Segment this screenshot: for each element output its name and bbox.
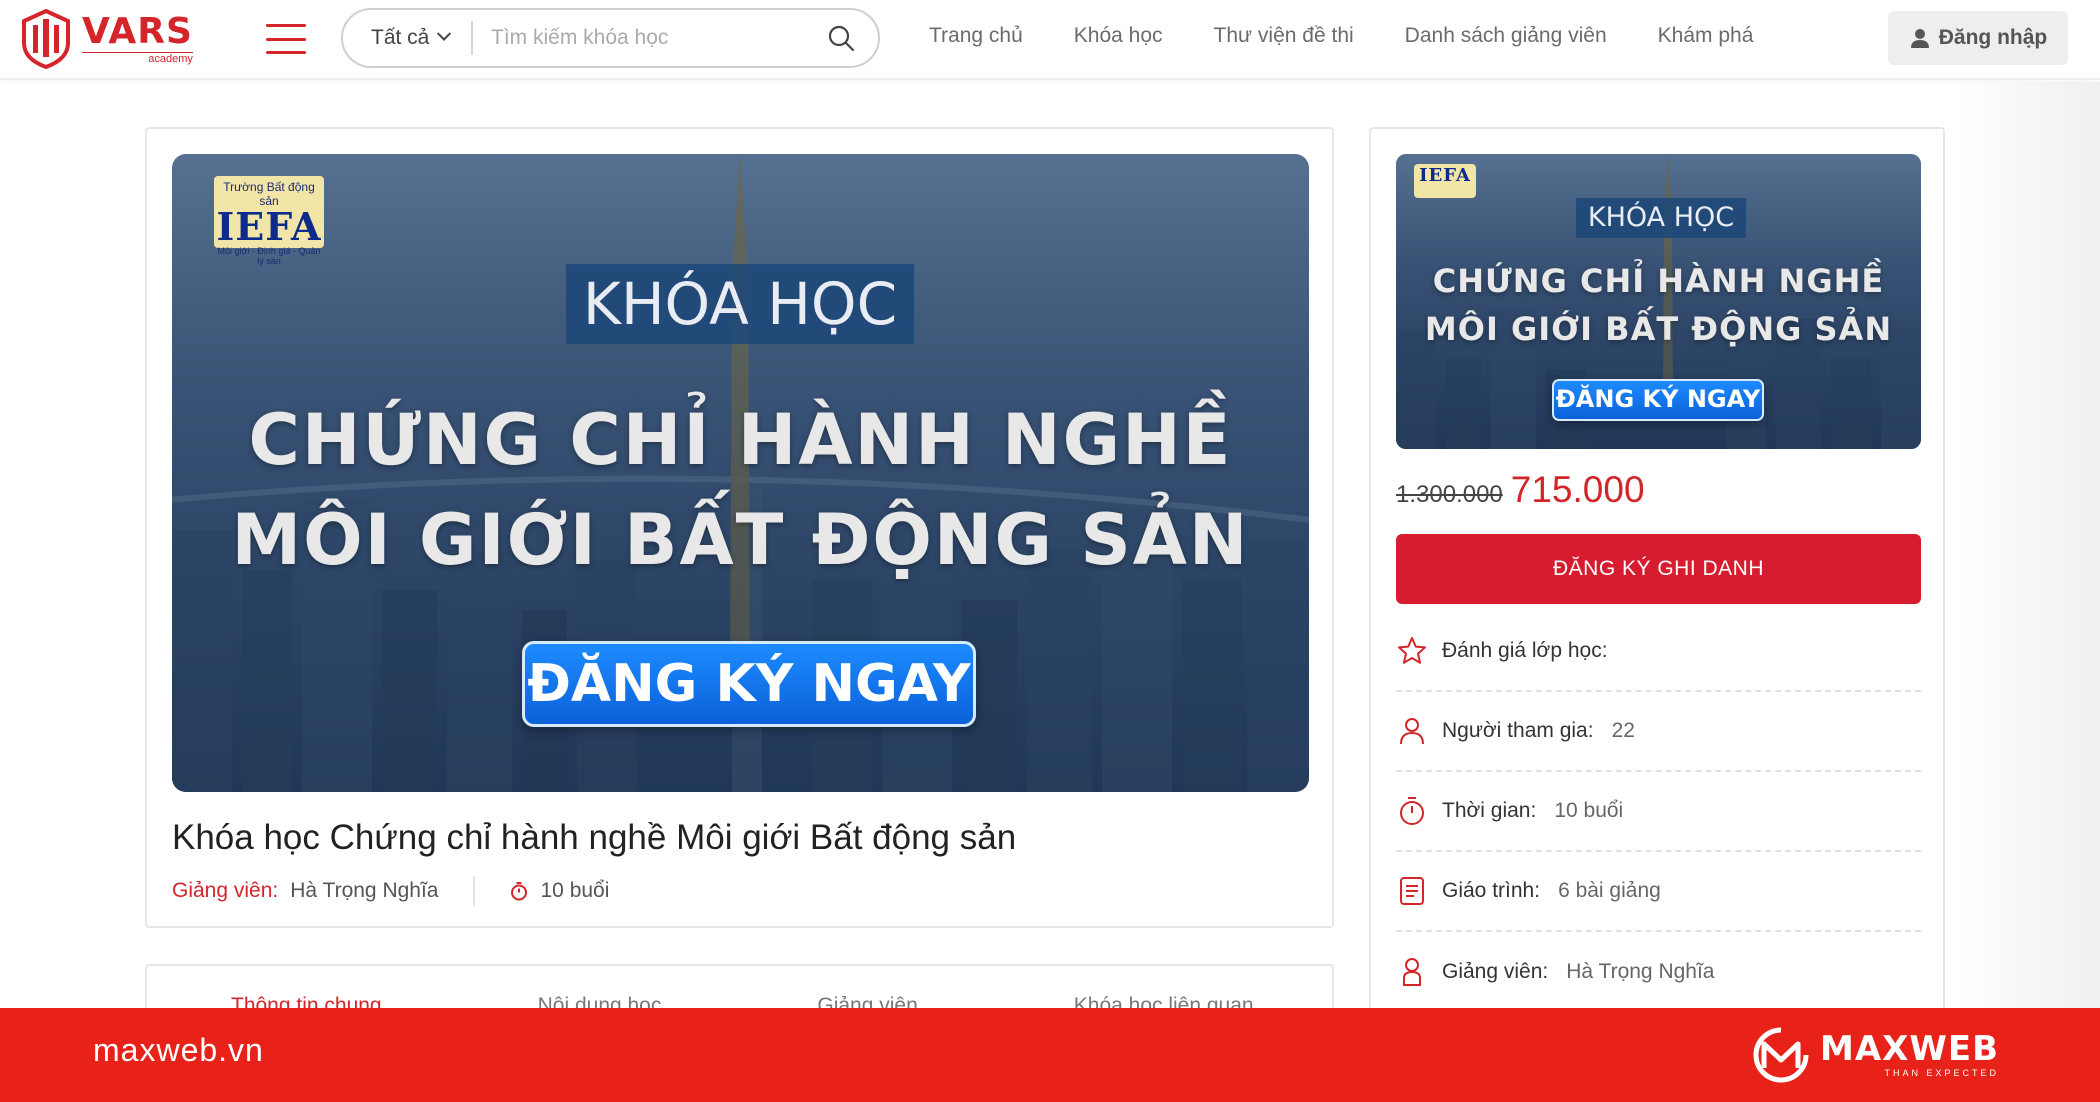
search-category-label: Tất cả [371, 26, 430, 49]
search-input[interactable] [473, 26, 826, 50]
sale-price: 715.000 [1510, 469, 1645, 510]
nav-courses[interactable]: Khóa học [1074, 24, 1163, 48]
nav-exam-library[interactable]: Thư viện đề thi [1214, 24, 1354, 48]
lecturer-label: Giảng viên: [1442, 960, 1549, 983]
document-icon [1400, 877, 1424, 905]
search-bar: Tất cả [341, 8, 880, 68]
stopwatch-icon [510, 882, 527, 901]
banner-kicker: KHÓA HỌC [566, 264, 914, 344]
lecturer-name[interactable]: Hà Trọng Nghĩa [290, 879, 438, 903]
course-card: Trường Bất động sản IEFA Môi giới - Định… [145, 127, 1334, 928]
iefa-logo: IEFA [1414, 164, 1476, 198]
curriculum-value: 6 bài giảng [1558, 879, 1661, 902]
lecturer-value[interactable]: Hà Trọng Nghĩa [1566, 960, 1714, 984]
footer-watermark-bar: maxweb.vn MAXWEB THAN EXPECTED [0, 1008, 2100, 1102]
vars-logo[interactable]: VARS academy [20, 8, 200, 70]
meta-divider [472, 876, 475, 906]
vars-shield-icon [22, 9, 70, 69]
course-title: Khóa học Chứng chỉ hành nghề Môi giới Bấ… [172, 818, 1017, 857]
curriculum-label: Giáo trình: [1442, 879, 1541, 902]
info-row-rating: Đánh giá lớp học: [1396, 612, 1921, 692]
nav-explore[interactable]: Khám phá [1658, 24, 1754, 48]
participants-value: 22 [1611, 719, 1635, 742]
footer-brand-tagline: THAN EXPECTED [1884, 1068, 2000, 1078]
login-button[interactable]: Đăng nhập [1888, 11, 2068, 65]
banner-headline-2: MÔI GIỚI BẤT ĐỘNG SẢN [231, 499, 1250, 581]
sidebar-banner-register-button[interactable]: ĐĂNG KÝ NGAY [1552, 379, 1764, 421]
enroll-sidebar: IEFA KHÓA HỌC CHỨNG CHỈ HÀNH NGHỀ MÔI GI… [1369, 127, 1945, 1067]
nav-home[interactable]: Trang chủ [929, 24, 1023, 48]
duration-value: 10 buổi [1554, 799, 1624, 822]
search-category-select[interactable]: Tất cả [343, 21, 473, 55]
user-icon [1400, 718, 1424, 745]
participants-label: Người tham gia: [1442, 719, 1594, 742]
banner-headline-1: CHỨNG CHỈ HÀNH NGHỀ [248, 399, 1233, 481]
top-header: VARS academy Tất cả Trang chủ Khóa học T… [0, 0, 2100, 80]
star-icon[interactable] [1396, 635, 1428, 667]
course-banner[interactable]: Trường Bất động sản IEFA Môi giới - Định… [172, 154, 1309, 792]
lecturer-label: Giảng viên: [172, 879, 279, 902]
info-row-participants: Người tham gia: 22 [1396, 692, 1921, 772]
brand-sub: academy [82, 51, 193, 65]
user-icon [1910, 29, 1929, 48]
info-row-lecturer: Giảng viên: Hà Trọng Nghĩa [1396, 932, 1921, 1012]
maxweb-logo: MAXWEB THAN EXPECTED [1748, 1026, 1999, 1084]
footer-brand-name: MAXWEB [1820, 1029, 2000, 1069]
iefa-logo: Trường Bất động sản IEFA Môi giới - Định… [214, 176, 324, 266]
old-price: 1.300.000 [1396, 481, 1503, 508]
course-meta: Giảng viên: Hà Trọng Nghĩa 10 buổi [172, 876, 609, 906]
sidebar-banner-headline-2: MÔI GIỚI BẤT ĐỘNG SẢN [1424, 310, 1893, 348]
sidebar-course-banner[interactable]: IEFA KHÓA HỌC CHỨNG CHỈ HÀNH NGHỀ MÔI GI… [1396, 154, 1921, 449]
banner-register-button[interactable]: ĐĂNG KÝ NGAY [522, 641, 976, 727]
price-block: 1.300.000 715.000 [1396, 469, 1645, 511]
maxweb-mark-icon [1753, 1027, 1809, 1083]
main-nav: Trang chủ Khóa học Thư viện đề thi Danh … [929, 24, 1804, 48]
brand-name: VARS [82, 10, 193, 52]
info-row-duration: Thời gian: 10 buổi [1396, 772, 1921, 852]
rating-label: Đánh giá lớp học: [1442, 639, 1608, 662]
chevron-down-icon [437, 26, 452, 41]
info-row-curriculum: Giáo trình: 6 bài giảng [1396, 852, 1921, 932]
sidebar-banner-kicker: KHÓA HỌC [1576, 198, 1746, 238]
stopwatch-icon [1400, 797, 1424, 825]
sidebar-banner-headline-1: CHỨNG CHỈ HÀNH NGHỀ [1432, 262, 1885, 300]
enroll-button[interactable]: ĐĂNG KÝ GHI DANH [1396, 534, 1921, 604]
duration-label: Thời gian: [1442, 799, 1537, 822]
footer-site-url: maxweb.vn [93, 1032, 264, 1068]
session-count: 10 buổi [540, 879, 610, 902]
lecturer-icon [1403, 958, 1421, 986]
menu-icon[interactable] [266, 24, 306, 54]
login-label: Đăng nhập [1938, 26, 2048, 49]
search-icon[interactable] [826, 23, 856, 53]
nav-lecturers[interactable]: Danh sách giảng viên [1405, 24, 1607, 48]
